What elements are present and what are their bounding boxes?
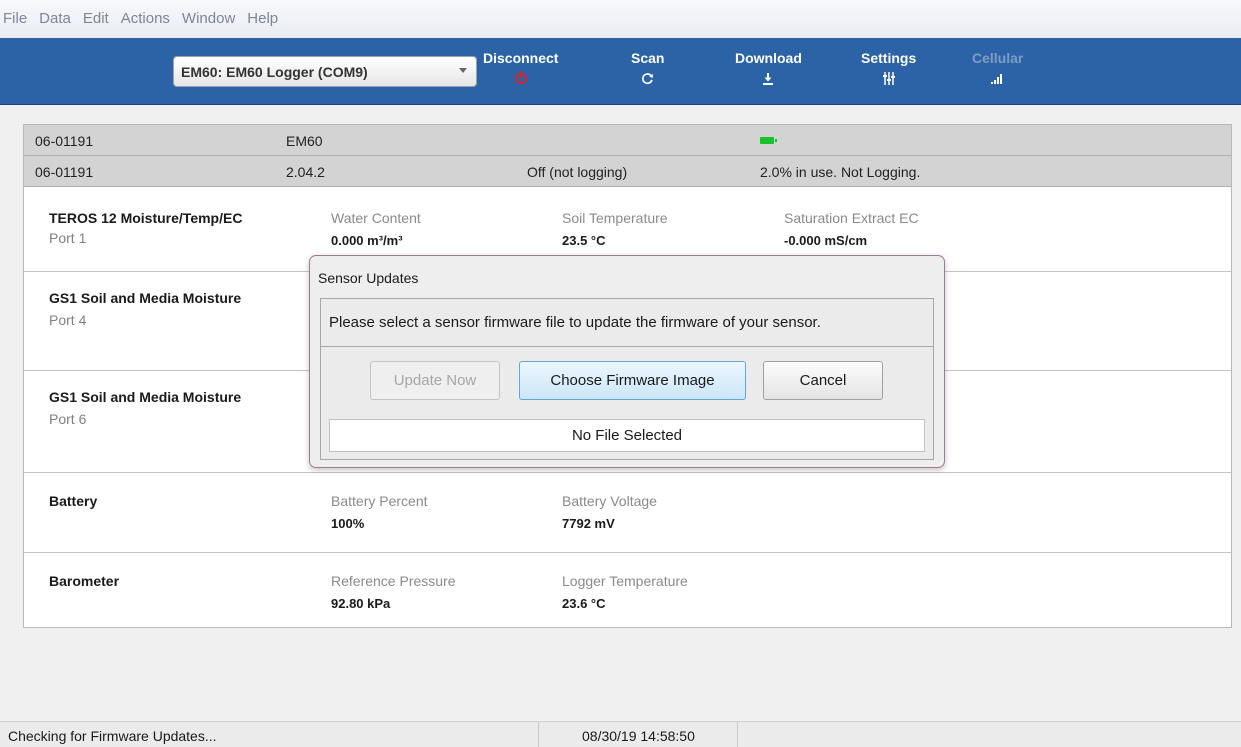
- device-serial-2: 06-01191: [35, 164, 94, 180]
- scan-button[interactable]: Scan: [631, 50, 664, 88]
- cancel-button[interactable]: Cancel: [763, 361, 883, 400]
- menu-help[interactable]: Help: [246, 10, 279, 27]
- memory-status: 2.0% in use. Not Logging.: [760, 164, 921, 180]
- measurement-label: Reference Pressure: [331, 573, 456, 589]
- sliders-icon: [882, 68, 895, 88]
- measurement-label: Saturation Extract EC: [784, 210, 919, 226]
- menu-actions[interactable]: Actions: [120, 10, 171, 27]
- menu-file[interactable]: File: [2, 10, 28, 27]
- chevron-down-icon: [459, 68, 467, 73]
- menu-edit[interactable]: Edit: [82, 10, 110, 27]
- status-divider: [538, 722, 539, 747]
- measurement-label: Battery Voltage: [562, 493, 657, 509]
- sensor-port: Port 4: [49, 312, 87, 328]
- measurement-value: 23.5 °C: [562, 233, 606, 248]
- sensor-name: GS1 Soil and Media Moisture: [49, 389, 242, 405]
- signal-icon: [991, 68, 1004, 88]
- measurement-label: Soil Temperature: [562, 210, 668, 226]
- device-info-row-1: 06-01191 EM60: [24, 125, 1231, 156]
- sensor-updates-dialog: Sensor Updates Please select a sensor fi…: [309, 255, 945, 468]
- measurement-value: 92.80 kPa: [331, 596, 391, 611]
- measurement-label: Water Content: [331, 210, 421, 226]
- measurement-value: 23.6 °C: [562, 596, 606, 611]
- disconnect-label: Disconnect: [483, 50, 559, 66]
- menu-bar: File Data Edit Actions Window Help: [0, 0, 1241, 38]
- logger-select-value: EM60: EM60 Logger (COM9): [181, 63, 368, 80]
- choose-firmware-image-button[interactable]: Choose Firmware Image: [519, 361, 746, 400]
- logging-status: Off (not logging): [527, 164, 628, 180]
- refresh-icon: [641, 68, 654, 88]
- measurement-label: Battery Percent: [331, 493, 428, 509]
- download-button[interactable]: Download: [735, 50, 802, 88]
- device-info-row-2: 06-01191 2.04.2 Off (not logging) 2.0% i…: [24, 156, 1231, 187]
- sensor-port: Port 6: [49, 411, 87, 427]
- status-timestamp: 08/30/19 14:58:50: [582, 728, 695, 744]
- download-icon: [762, 68, 774, 88]
- measurement-value: -0.000 mS/cm: [784, 233, 868, 248]
- update-now-button[interactable]: Update Now: [370, 361, 500, 400]
- logger-select[interactable]: EM60: EM60 Logger (COM9): [173, 56, 477, 87]
- sensor-row-barometer: Barometer Reference Pressure 92.80 kPa L…: [24, 553, 1231, 627]
- toolbar: EM60: EM60 Logger (COM9) Disconnect Scan…: [0, 38, 1241, 105]
- file-status-field: No File Selected: [329, 419, 925, 452]
- status-bar: Checking for Firmware Updates... 08/30/1…: [0, 721, 1241, 747]
- sensor-row-battery: Battery Battery Percent 100% Battery Vol…: [24, 473, 1231, 553]
- sensor-port: Port 1: [49, 230, 87, 246]
- sensor-name: GS1 Soil and Media Moisture: [49, 290, 242, 306]
- device-serial: 06-01191: [35, 133, 94, 149]
- settings-label: Settings: [861, 50, 917, 66]
- measurement-value: 100%: [331, 516, 365, 531]
- firmware-version: 2.04.2: [286, 164, 325, 180]
- menu-data[interactable]: Data: [38, 10, 72, 27]
- scan-label: Scan: [631, 50, 665, 66]
- dialog-message: Please select a sensor firmware file to …: [321, 299, 933, 347]
- battery-full-icon: [760, 137, 777, 144]
- sensor-name: Battery: [49, 493, 98, 509]
- disconnect-button[interactable]: Disconnect: [483, 50, 558, 88]
- measurement-value: 7792 mV: [562, 516, 615, 531]
- dialog-body: Please select a sensor firmware file to …: [320, 298, 934, 460]
- dialog-title: Sensor Updates: [318, 270, 419, 286]
- status-divider: [737, 722, 738, 747]
- cellular-label: Cellular: [972, 50, 1024, 66]
- sensor-name: Barometer: [49, 573, 120, 589]
- measurement-value: 0.000 m³/m³: [331, 233, 403, 248]
- device-model: EM60: [286, 133, 323, 149]
- power-icon: [514, 68, 528, 88]
- measurement-label: Logger Temperature: [562, 573, 688, 589]
- download-label: Download: [735, 50, 802, 66]
- cellular-button[interactable]: Cellular: [972, 50, 1023, 88]
- settings-button[interactable]: Settings: [861, 50, 916, 88]
- menu-window[interactable]: Window: [181, 10, 236, 27]
- sensor-name: TEROS 12 Moisture/Temp/EC: [49, 210, 243, 226]
- status-message: Checking for Firmware Updates...: [8, 728, 217, 744]
